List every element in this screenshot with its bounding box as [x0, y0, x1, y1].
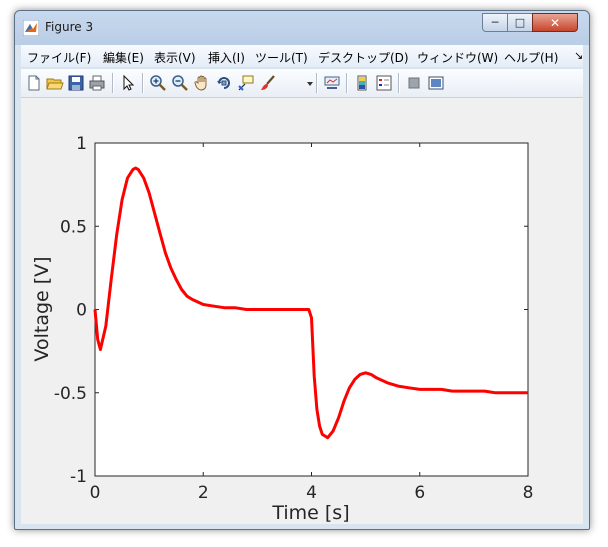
- menu-window[interactable]: ウィンドウ(W): [417, 49, 498, 66]
- rotate-3d-icon[interactable]: [215, 74, 233, 92]
- colorbar-icon[interactable]: [353, 74, 371, 92]
- print-icon[interactable]: [88, 74, 106, 92]
- figure-canvas[interactable]: 0 2 4 6 8 -1 -0.5 0 0.5 1 Time [s] Voltage [V]: [21, 98, 583, 524]
- data-cursor-icon[interactable]: [237, 74, 255, 92]
- toolbar-separator: [346, 73, 347, 93]
- menu-desktop[interactable]: デスクトップ(D): [318, 49, 409, 66]
- x-tick-label: 4: [306, 483, 317, 503]
- zoom-out-icon[interactable]: [171, 74, 189, 92]
- y-tick-label: -0.5: [54, 384, 87, 404]
- menu-view[interactable]: 表示(V): [154, 49, 196, 66]
- toolbar: [21, 69, 583, 98]
- close-button[interactable]: ✕: [532, 13, 578, 32]
- maximize-icon: □: [514, 16, 526, 29]
- maximize-button[interactable]: □: [507, 13, 533, 32]
- link-plot-icon[interactable]: [323, 74, 341, 92]
- x-axis-label: Time [s]: [271, 502, 349, 524]
- axes-background: [94, 142, 529, 477]
- menu-bar: ファイル(F) 編集(E) 表示(V) 挿入(I) ツール(T) デスクトップ(…: [21, 45, 583, 67]
- window-title: Figure 3: [45, 20, 94, 34]
- x-tick-label: 0: [90, 483, 101, 503]
- hide-plot-tools-icon[interactable]: [405, 74, 423, 92]
- x-tick-label: 6: [414, 483, 425, 503]
- y-axis-label: Voltage [V]: [31, 256, 53, 361]
- y-tick-label: 1: [76, 134, 87, 154]
- menu-overflow-icon[interactable]: ↘: [574, 49, 583, 62]
- y-tick-label: -1: [70, 467, 87, 487]
- x-tick-label: 8: [523, 483, 534, 503]
- toolbar-separator: [316, 73, 317, 93]
- brush-icon[interactable]: [259, 74, 277, 92]
- toolbar-separator: [112, 73, 113, 93]
- menu-edit[interactable]: 編集(E): [103, 49, 144, 66]
- title-bar[interactable]: Figure 3 ─ □ ✕: [15, 11, 589, 45]
- pointer-icon[interactable]: [119, 74, 137, 92]
- menu-file[interactable]: ファイル(F): [27, 49, 91, 66]
- figure-window: Figure 3 ─ □ ✕ ファイル(F) 編集(E) 表示(V) 挿入(I)…: [14, 10, 590, 530]
- line-chart[interactable]: 0 2 4 6 8 -1 -0.5 0 0.5 1 Time [s] Voltage [V]: [21, 98, 583, 524]
- menu-insert[interactable]: 挿入(I): [208, 49, 245, 66]
- new-figure-icon[interactable]: [25, 74, 43, 92]
- zoom-in-icon[interactable]: [149, 74, 167, 92]
- x-tick-label: 2: [198, 483, 209, 503]
- toolbar-separator: [398, 73, 399, 93]
- minimize-button[interactable]: ─: [482, 13, 508, 32]
- y-tick-label: 0.5: [60, 217, 87, 237]
- legend-icon[interactable]: [375, 74, 393, 92]
- minimize-icon: ─: [491, 16, 499, 29]
- brush-dropdown-icon[interactable]: [307, 82, 313, 86]
- pan-hand-icon[interactable]: [193, 74, 211, 92]
- save-icon[interactable]: [67, 74, 85, 92]
- open-file-icon[interactable]: [46, 74, 64, 92]
- show-plot-tools-icon[interactable]: [427, 74, 445, 92]
- toolbar-separator: [142, 73, 143, 93]
- menu-help[interactable]: ヘルプ(H): [504, 49, 558, 66]
- menu-tools[interactable]: ツール(T): [255, 49, 308, 66]
- matlab-logo-icon: [23, 20, 39, 36]
- y-tick-label: 0: [76, 301, 87, 321]
- close-icon: ✕: [549, 15, 561, 30]
